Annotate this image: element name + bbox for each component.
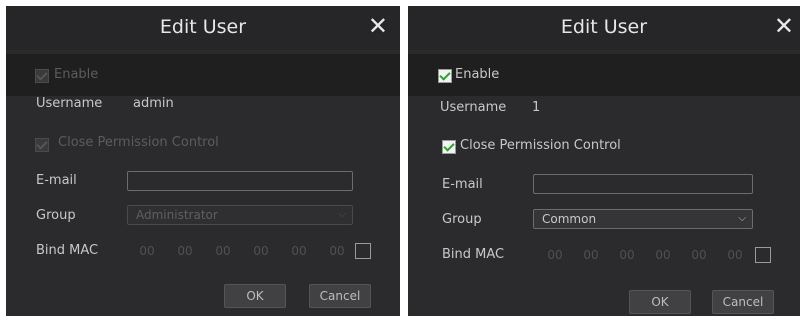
group-select[interactable]: Common ⌵ — [533, 209, 753, 229]
enable-row: Enable — [6, 54, 400, 96]
email-field[interactable] — [127, 171, 353, 191]
username-value: admin — [133, 96, 174, 111]
mac-segment-2[interactable]: 00 — [172, 244, 198, 258]
close-permission-label: Close Permission Control — [58, 135, 219, 150]
bind-mac-checkbox[interactable] — [755, 247, 771, 263]
mac-segment-5[interactable]: 00 — [286, 244, 312, 258]
close-permission-label: Close Permission Control — [460, 138, 621, 153]
mac-segment-3[interactable]: 00 — [614, 248, 640, 262]
dialog-title: Edit User — [159, 16, 247, 38]
enable-checkbox[interactable] — [438, 69, 452, 83]
email-field[interactable] — [533, 174, 753, 194]
enable-label: Enable — [455, 67, 500, 82]
mac-segment-6[interactable]: 00 — [722, 248, 748, 262]
group-select[interactable]: Administrator ⌵ — [127, 205, 353, 225]
mac-segment-1[interactable]: 00 — [134, 244, 160, 258]
close-permission-checkbox[interactable] — [35, 138, 49, 152]
group-select-value: Common — [542, 212, 597, 226]
close-icon[interactable]: ✕ — [368, 14, 388, 38]
edit-user-dialog-common: Edit User ✕ Enable Username 1 Close Perm… — [408, 6, 800, 316]
username-label: Username — [440, 100, 507, 115]
mac-segment-2[interactable]: 00 — [578, 248, 604, 262]
ok-button[interactable]: OK — [629, 290, 691, 314]
dialog-title: Edit User — [560, 16, 648, 38]
bind-mac-label: Bind MAC — [36, 243, 99, 258]
mac-segment-4[interactable]: 00 — [650, 248, 676, 262]
mac-segment-1[interactable]: 00 — [542, 248, 568, 262]
dialog-titlebar: Edit User ✕ — [408, 6, 800, 50]
close-icon[interactable]: ✕ — [774, 14, 794, 38]
ok-button[interactable]: OK — [224, 284, 286, 308]
cancel-button[interactable]: Cancel — [309, 284, 371, 308]
username-value: 1 — [532, 100, 541, 115]
mac-segment-3[interactable]: 00 — [210, 244, 236, 258]
mac-segment-4[interactable]: 00 — [248, 244, 274, 258]
mac-segment-5[interactable]: 00 — [686, 248, 712, 262]
group-label: Group — [36, 208, 76, 223]
enable-label: Enable — [54, 67, 99, 82]
edit-user-dialog-admin: Edit User ✕ Enable Username admin Close … — [6, 6, 400, 316]
chevron-down-icon: ⌵ — [338, 209, 346, 220]
enable-checkbox[interactable] — [35, 69, 49, 83]
username-label: Username — [36, 96, 103, 111]
cancel-button[interactable]: Cancel — [712, 290, 774, 314]
group-label: Group — [442, 212, 482, 227]
group-select-value: Administrator — [136, 208, 218, 222]
bind-mac-checkbox[interactable] — [355, 243, 371, 259]
enable-row: Enable — [408, 54, 800, 96]
email-label: E-mail — [442, 177, 483, 192]
mac-segment-6[interactable]: 00 — [324, 244, 350, 258]
chevron-down-icon: ⌵ — [738, 213, 746, 224]
email-label: E-mail — [36, 173, 77, 188]
bind-mac-label: Bind MAC — [442, 247, 505, 262]
dialog-titlebar: Edit User ✕ — [6, 6, 400, 50]
close-permission-checkbox[interactable] — [442, 140, 456, 154]
